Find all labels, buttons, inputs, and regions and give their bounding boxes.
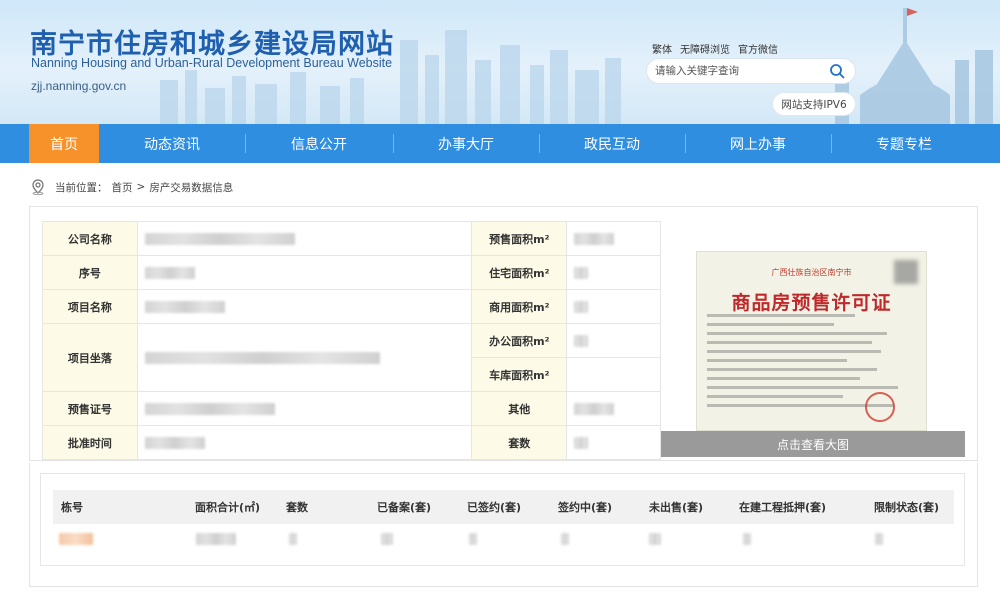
value-presale-area	[566, 221, 661, 256]
value-project-location	[136, 323, 473, 392]
location-pin-icon	[32, 179, 44, 196]
label-serial-no: 序号	[42, 255, 138, 290]
certificate-preview: 广西壮族自治区南宁市 商品房预售许可证 点击查看大图	[661, 221, 965, 457]
search-box	[646, 58, 856, 84]
col-units: 套数	[286, 501, 308, 514]
table-row[interactable]	[53, 524, 954, 554]
col-total-area: 面积合计(㎡)	[195, 501, 261, 514]
certificate-province: 广西壮族自治区南宁市	[771, 268, 852, 277]
main-nav: 首页 动态资讯 信息公开 办事大厅 政民互动 网上办事 专题专栏	[0, 124, 1000, 163]
value-garage-area	[566, 357, 661, 392]
cell-mortgaged	[743, 533, 751, 545]
cell-signing	[561, 533, 569, 545]
site-header: 南宁市住房和城乡建设局网站 Nanning Housing and Urban-…	[0, 0, 1000, 124]
presale-certificate-image[interactable]: 广西壮族自治区南宁市 商品房预售许可证	[696, 251, 927, 431]
value-unit-count	[566, 425, 661, 460]
cell-units	[289, 533, 297, 545]
nav-info-disclosure[interactable]: 信息公开	[245, 124, 393, 163]
nav-online-service[interactable]: 网上办事	[685, 124, 831, 163]
certificate-seal-icon	[865, 392, 895, 422]
value-approval-time	[136, 425, 473, 460]
accessibility-link[interactable]: 无障碍浏览	[680, 41, 730, 56]
cell-signed	[469, 533, 477, 545]
presale-info-panel: 公司名称 预售面积m² 序号 住宅面积m² 项目名称 商用面积m² 项目坐落 办…	[29, 206, 978, 461]
nav-interaction[interactable]: 政民互动	[539, 124, 685, 163]
value-other	[566, 391, 661, 426]
label-unit-count: 套数	[471, 425, 568, 460]
cell-building-no[interactable]	[59, 533, 93, 545]
ipv6-badge: 网站支持IPV6	[772, 92, 856, 116]
col-signing: 签约中(套)	[558, 501, 613, 514]
building-table-panel: 栋号 面积合计(㎡) 套数 已备案(套) 已签约(套) 签约中(套) 未出售(套…	[40, 473, 965, 566]
breadcrumb-current: 房产交易数据信息	[149, 181, 234, 194]
search-icon[interactable]	[827, 61, 847, 81]
value-serial-no	[136, 255, 473, 290]
breadcrumb: 当前位置： 首页 > 房产交易数据信息	[29, 178, 233, 196]
label-presale-cert-no: 预售证号	[42, 391, 138, 426]
label-approval-time: 批准时间	[42, 425, 138, 460]
label-project-name: 项目名称	[42, 289, 138, 324]
cell-restricted	[875, 533, 883, 545]
label-residential-area: 住宅面积m²	[471, 255, 568, 290]
nav-home[interactable]: 首页	[29, 124, 99, 163]
nav-service-hall[interactable]: 办事大厅	[393, 124, 539, 163]
col-signed: 已签约(套)	[467, 501, 522, 514]
label-project-location: 项目坐落	[42, 323, 138, 392]
value-commercial-area	[566, 289, 661, 324]
view-large-image-button[interactable]: 点击查看大图	[661, 431, 965, 457]
col-mortgaged: 在建工程抵押(套)	[739, 501, 827, 514]
label-office-area: 办公面积m²	[471, 323, 568, 358]
certificate-title: 商品房预售许可证	[731, 292, 892, 314]
label-garage-area: 车库面积m²	[471, 357, 568, 392]
search-input[interactable]	[655, 65, 827, 77]
col-building-no: 栋号	[61, 501, 83, 514]
breadcrumb-prefix: 当前位置：	[55, 181, 108, 194]
building-table-header: 栋号 面积合计(㎡) 套数 已备案(套) 已签约(套) 签约中(套) 未出售(套…	[53, 490, 954, 524]
value-office-area	[566, 323, 661, 358]
value-project-name	[136, 289, 473, 324]
site-domain: zjj.nanning.gov.cn	[31, 79, 127, 93]
nav-special-topics[interactable]: 专题专栏	[831, 124, 977, 163]
col-unsold: 未出售(套)	[649, 501, 704, 514]
label-presale-area: 预售面积m²	[471, 221, 568, 256]
cell-unsold	[649, 533, 661, 545]
col-restricted: 限制状态(套)	[874, 501, 940, 514]
nav-news[interactable]: 动态资讯	[99, 124, 245, 163]
breadcrumb-separator: >	[136, 181, 146, 193]
cell-filed	[381, 533, 393, 545]
wechat-link[interactable]: 官方微信	[738, 41, 778, 56]
cell-total-area	[196, 533, 236, 545]
col-filed: 已备案(套)	[377, 501, 432, 514]
label-other: 其他	[471, 391, 568, 426]
presale-info-table: 公司名称 预售面积m² 序号 住宅面积m² 项目名称 商用面积m² 项目坐落 办…	[42, 221, 661, 460]
label-commercial-area: 商用面积m²	[471, 289, 568, 324]
value-residential-area	[566, 255, 661, 290]
site-subtitle: Nanning Housing and Urban-Rural Developm…	[31, 56, 393, 70]
breadcrumb-home-link[interactable]: 首页	[112, 180, 133, 195]
value-presale-cert-no	[136, 391, 473, 426]
value-company-name	[136, 221, 473, 256]
top-links: 繁体 无障碍浏览 官方微信	[652, 41, 778, 56]
label-company-name: 公司名称	[42, 221, 138, 256]
traditional-chinese-link[interactable]: 繁体	[652, 41, 672, 56]
